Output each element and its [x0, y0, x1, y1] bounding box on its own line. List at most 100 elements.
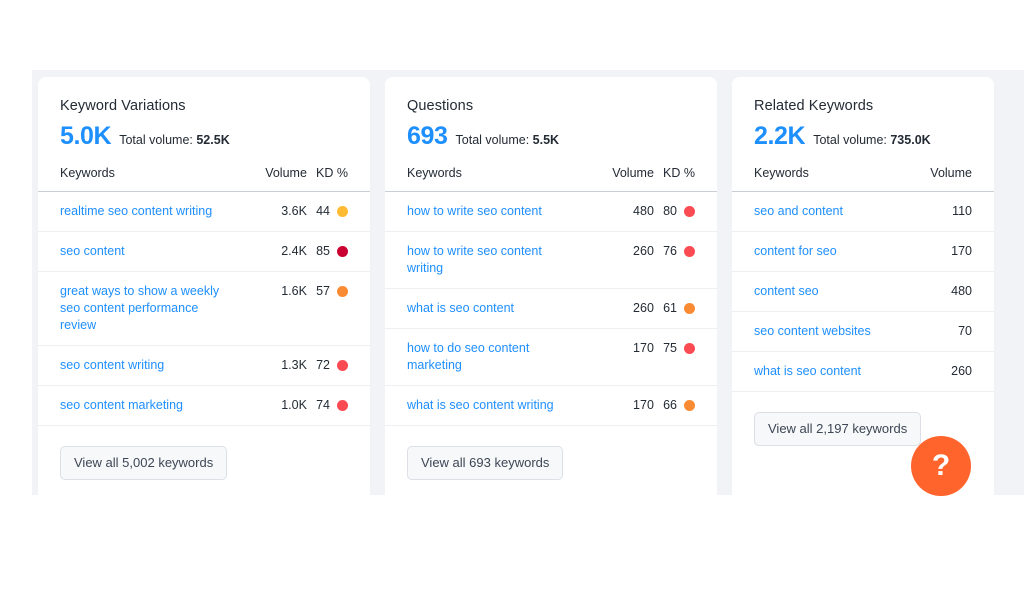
- volume-cell: 480: [904, 271, 994, 312]
- card-count: 2.2K: [754, 122, 806, 150]
- column-header-volume: Volume: [577, 166, 654, 192]
- volume-cell: 3.6K: [230, 191, 307, 232]
- view-all-keywords-button[interactable]: View all 2,197 keywords: [754, 412, 922, 446]
- kd-cell: 72: [306, 345, 370, 386]
- help-icon[interactable]: ?: [911, 436, 971, 496]
- volume-cell: 260: [904, 351, 994, 392]
- kd-dot-icon: [337, 246, 348, 257]
- kd-value: 75: [663, 341, 677, 355]
- keyword-link[interactable]: content seo: [754, 284, 819, 298]
- table-row: content seo 480: [732, 271, 994, 312]
- volume-cell: 260: [577, 288, 654, 329]
- card-title: Related Keywords: [754, 98, 874, 114]
- keyword-cell: content for seo: [732, 231, 905, 272]
- keyword-link[interactable]: great ways to show a weekly seo content …: [60, 284, 219, 332]
- keyword-link[interactable]: seo content marketing: [60, 398, 183, 412]
- keyword-link[interactable]: what is seo content: [407, 301, 514, 315]
- table-row: how to do seo content marketing 170 75: [385, 328, 717, 386]
- view-all-keywords-button[interactable]: View all 5,002 keywords: [60, 446, 228, 480]
- kd-dot-icon: [337, 286, 348, 297]
- column-header-keywords: Keywords: [38, 166, 231, 192]
- keyword-link[interactable]: seo content: [60, 244, 125, 258]
- keyword-link[interactable]: seo and content: [754, 204, 843, 218]
- keyword-link[interactable]: how to write seo content: [407, 204, 542, 218]
- card-title: Questions: [407, 98, 474, 114]
- kd-cell: 66: [653, 385, 717, 426]
- kd-value: 44: [316, 204, 330, 218]
- kd-value: 74: [316, 398, 330, 412]
- keyword-cell: what is seo content: [732, 351, 905, 392]
- kd-value: 85: [316, 244, 330, 258]
- kd-dot-icon: [337, 360, 348, 371]
- card-total-volume: Total volume: 52.5K: [119, 133, 230, 147]
- table-row: seo content 2.4K 85: [38, 231, 370, 272]
- view-all-keywords-button[interactable]: View all 693 keywords: [407, 446, 564, 480]
- kd-cell: 75: [653, 328, 717, 386]
- card-header: Keyword Variations 5.0K Total volume: 52…: [38, 77, 370, 150]
- keyword-link[interactable]: seo content websites: [754, 324, 871, 338]
- card-related-keywords: Related Keywords 2.2K Total volume: 735.…: [732, 77, 994, 495]
- keyword-link[interactable]: how to do seo content marketing: [407, 341, 529, 372]
- kd-dot-icon: [337, 206, 348, 217]
- keyword-cell: how to write seo content: [385, 191, 578, 232]
- table-row: what is seo content 260: [732, 351, 994, 392]
- total-volume-value: 735.0K: [890, 133, 931, 147]
- keyword-cell: seo content marketing: [38, 385, 231, 426]
- keyword-cell: seo content websites: [732, 311, 905, 352]
- kd-cell: 85: [306, 231, 370, 272]
- volume-cell: 70: [904, 311, 994, 352]
- card-metric-line: 693 Total volume: 5.5K: [407, 122, 695, 150]
- total-volume-label: Total volume:: [119, 133, 193, 147]
- keyword-cell: how to write seo content writing: [385, 231, 578, 289]
- column-header-kd: KD %: [653, 166, 717, 192]
- volume-cell: 2.4K: [230, 231, 307, 272]
- table-row: how to write seo content 480 80: [385, 191, 717, 232]
- kd-dot-icon: [684, 246, 695, 257]
- keyword-cell: what is seo content writing: [385, 385, 578, 426]
- card-count: 693: [407, 122, 448, 150]
- table-row: seo content writing 1.3K 72: [38, 345, 370, 386]
- total-volume-label: Total volume:: [455, 133, 530, 147]
- column-header-kd: KD %: [306, 166, 370, 192]
- table-row: great ways to show a weekly seo content …: [38, 271, 370, 346]
- column-header-volume: Volume: [230, 166, 307, 192]
- keyword-link[interactable]: seo content writing: [60, 358, 164, 372]
- card-total-volume: Total volume: 5.5K: [456, 133, 560, 147]
- column-header-keywords: Keywords: [732, 166, 905, 192]
- keyword-cards-row: Keyword Variations 5.0K Total volume: 52…: [38, 77, 994, 495]
- table-row: realtime seo content writing 3.6K 44: [38, 191, 370, 232]
- keyword-cell: what is seo content: [385, 288, 578, 329]
- keyword-table: Keywords Volume KD % how to write seo co…: [385, 166, 717, 426]
- volume-cell: 170: [577, 385, 654, 426]
- card-metric-line: 2.2K Total volume: 735.0K: [754, 122, 972, 150]
- table-row: seo content websites 70: [732, 311, 994, 352]
- column-header-keywords: Keywords: [385, 166, 578, 192]
- keyword-link[interactable]: how to write seo content writing: [407, 244, 542, 275]
- keyword-link[interactable]: content for seo: [754, 244, 837, 258]
- kd-cell: 76: [653, 231, 717, 289]
- keyword-cell: how to do seo content marketing: [385, 328, 578, 386]
- kd-value: 66: [663, 398, 677, 412]
- kd-dot-icon: [684, 206, 695, 217]
- volume-cell: 170: [577, 328, 654, 386]
- view-all-wrap: View all 2,197 keywords: [732, 392, 994, 446]
- table-row: seo content marketing 1.0K 74: [38, 385, 370, 426]
- keyword-link[interactable]: what is seo content: [754, 364, 861, 378]
- volume-cell: 1.6K: [230, 271, 307, 346]
- card-header: Related Keywords 2.2K Total volume: 735.…: [732, 77, 994, 150]
- keyword-cell: great ways to show a weekly seo content …: [38, 271, 231, 346]
- keyword-table: Keywords Volume seo and content 110 cont…: [732, 166, 994, 392]
- card-count: 5.0K: [60, 122, 112, 150]
- total-volume-value: 52.5K: [196, 133, 230, 147]
- kd-cell: 74: [306, 385, 370, 426]
- volume-cell: 170: [904, 231, 994, 272]
- kd-cell: 80: [653, 191, 717, 232]
- column-header-volume: Volume: [904, 166, 994, 192]
- kd-value: 80: [663, 204, 677, 218]
- volume-cell: 480: [577, 191, 654, 232]
- kd-dot-icon: [684, 400, 695, 411]
- kd-value: 72: [316, 358, 330, 372]
- keyword-link[interactable]: what is seo content writing: [407, 398, 554, 412]
- table-header-row: Keywords Volume KD %: [385, 166, 717, 192]
- keyword-link[interactable]: realtime seo content writing: [60, 204, 212, 218]
